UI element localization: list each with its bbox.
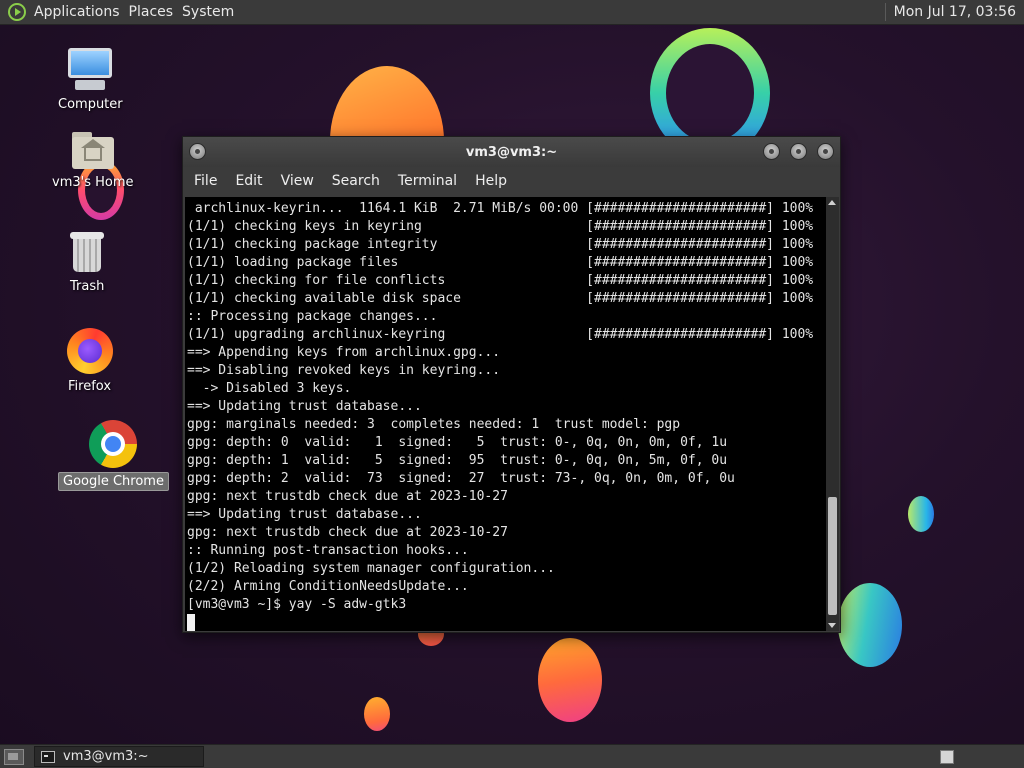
places-menu[interactable]: Places — [129, 4, 183, 20]
trash-icon — [69, 230, 105, 274]
menu-search[interactable]: Search — [323, 173, 389, 189]
desktop-icon-computer[interactable]: Computer — [54, 46, 127, 113]
desktop-icon-home[interactable]: vm3's Home — [48, 130, 138, 191]
terminal-line: gpg: next trustdb check due at 2023-10-2… — [187, 525, 508, 540]
wallpaper-blob — [838, 583, 902, 667]
show-desktop-icon[interactable] — [4, 748, 24, 765]
terminal-line: gpg: marginals needed: 3 completes neede… — [187, 417, 681, 432]
terminal-cursor-row — [187, 614, 826, 631]
wallpaper-blob — [538, 638, 602, 722]
terminal-line: :: Processing package changes... — [187, 309, 438, 324]
desktop-icon-firefox[interactable]: Firefox — [64, 328, 115, 395]
terminal-line: (1/1) loading package files [###########… — [187, 255, 814, 270]
menu-file[interactable]: File — [185, 173, 226, 189]
minimize-button[interactable] — [763, 143, 780, 160]
maximize-button[interactable] — [790, 143, 807, 160]
desktop-icon-label: Trash — [70, 279, 105, 294]
menu-edit[interactable]: Edit — [226, 173, 271, 189]
terminal-line: ==> Updating trust database... — [187, 507, 422, 522]
wallpaper-blob — [364, 697, 390, 731]
terminal-icon — [41, 750, 55, 763]
terminal-line: gpg: depth: 2 valid: 73 signed: 27 trust… — [187, 471, 735, 486]
terminal-line: :: Running post-transaction hooks... — [187, 543, 469, 558]
system-menu[interactable]: System — [182, 4, 243, 20]
terminal-line: (1/1) checking for file conflicts [#####… — [187, 273, 814, 288]
window-menu-button[interactable] — [189, 143, 206, 160]
terminal-line: gpg: depth: 0 valid: 1 signed: 5 trust: … — [187, 435, 728, 450]
terminal-line: ==> Updating trust database... — [187, 399, 422, 414]
window-title: vm3@vm3:~ — [465, 144, 558, 160]
terminal-line: gpg: depth: 1 valid: 5 signed: 95 trust:… — [187, 453, 728, 468]
menu-help[interactable]: Help — [466, 173, 516, 189]
bottom-panel: vm3@vm3:~ — [0, 744, 1024, 768]
home-folder-icon — [70, 130, 116, 170]
clock[interactable]: Mon Jul 17, 03:56 — [894, 4, 1016, 20]
terminal-text: archlinux-keyrin... 1164.1 KiB 2.71 MiB/… — [185, 197, 826, 631]
computer-icon — [65, 46, 115, 92]
applications-logo-icon[interactable] — [8, 3, 26, 21]
terminal-line: (1/1) checking package integrity [######… — [187, 237, 814, 252]
terminal-line: gpg: next trustdb check due at 2023-10-2… — [187, 489, 508, 504]
menu-terminal[interactable]: Terminal — [389, 173, 466, 189]
top-panel: Applications Places System Mon Jul 17, 0… — [0, 0, 1024, 25]
applications-menu[interactable]: Applications — [34, 4, 129, 20]
firefox-icon — [66, 328, 113, 374]
wallpaper-blob — [908, 496, 934, 532]
terminal-line: [vm3@vm3 ~]$ yay -S adw-gtk3 — [187, 597, 407, 612]
terminal-line: (1/1) checking available disk space [###… — [187, 291, 814, 306]
desktop-icon-chrome[interactable]: Google Chrome — [58, 420, 169, 491]
panel-separator — [884, 3, 886, 21]
terminal-line: -> Disabled 3 keys. — [187, 381, 352, 396]
terminal-line: archlinux-keyrin... 1164.1 KiB 2.71 MiB/… — [187, 201, 814, 216]
terminal-menubar: File Edit View Search Terminal Help — [183, 167, 840, 195]
desktop-icon-label: vm3's Home — [52, 175, 134, 190]
terminal-output[interactable]: archlinux-keyrin... 1164.1 KiB 2.71 MiB/… — [185, 197, 826, 631]
taskbar-terminal-label: vm3@vm3:~ — [63, 749, 149, 764]
desktop-icon-label: Computer — [58, 97, 123, 112]
desktop-icon-trash[interactable]: Trash — [66, 230, 108, 295]
terminal-cursor — [187, 614, 195, 631]
desktop-icon-label: Firefox — [68, 379, 112, 394]
terminal-line: (1/1) upgrading archlinux-keyring [#####… — [187, 327, 814, 342]
chrome-icon — [89, 420, 138, 468]
taskbar-terminal-button[interactable]: vm3@vm3:~ — [34, 746, 204, 767]
workspace-switcher[interactable] — [940, 749, 954, 764]
terminal-line: (1/1) checking keys in keyring [########… — [187, 219, 814, 234]
close-button[interactable] — [817, 143, 834, 160]
window-titlebar[interactable]: vm3@vm3:~ — [183, 137, 840, 167]
terminal-line: (1/2) Reloading system manager configura… — [187, 561, 555, 576]
terminal-window[interactable]: vm3@vm3:~ File Edit View Search Terminal… — [182, 136, 841, 633]
scroll-thumb[interactable] — [828, 497, 837, 615]
terminal-scrollbar[interactable] — [826, 197, 839, 631]
scroll-up-arrow-icon[interactable] — [828, 200, 836, 205]
terminal-line: ==> Disabling revoked keys in keyring... — [187, 363, 501, 378]
terminal-line: (2/2) Arming ConditionNeedsUpdate... — [187, 579, 469, 594]
terminal-line: ==> Appending keys from archlinux.gpg... — [187, 345, 501, 360]
desktop-icon-label: Google Chrome — [58, 472, 169, 491]
menu-view[interactable]: View — [272, 173, 323, 189]
scroll-down-arrow-icon[interactable] — [828, 623, 836, 628]
